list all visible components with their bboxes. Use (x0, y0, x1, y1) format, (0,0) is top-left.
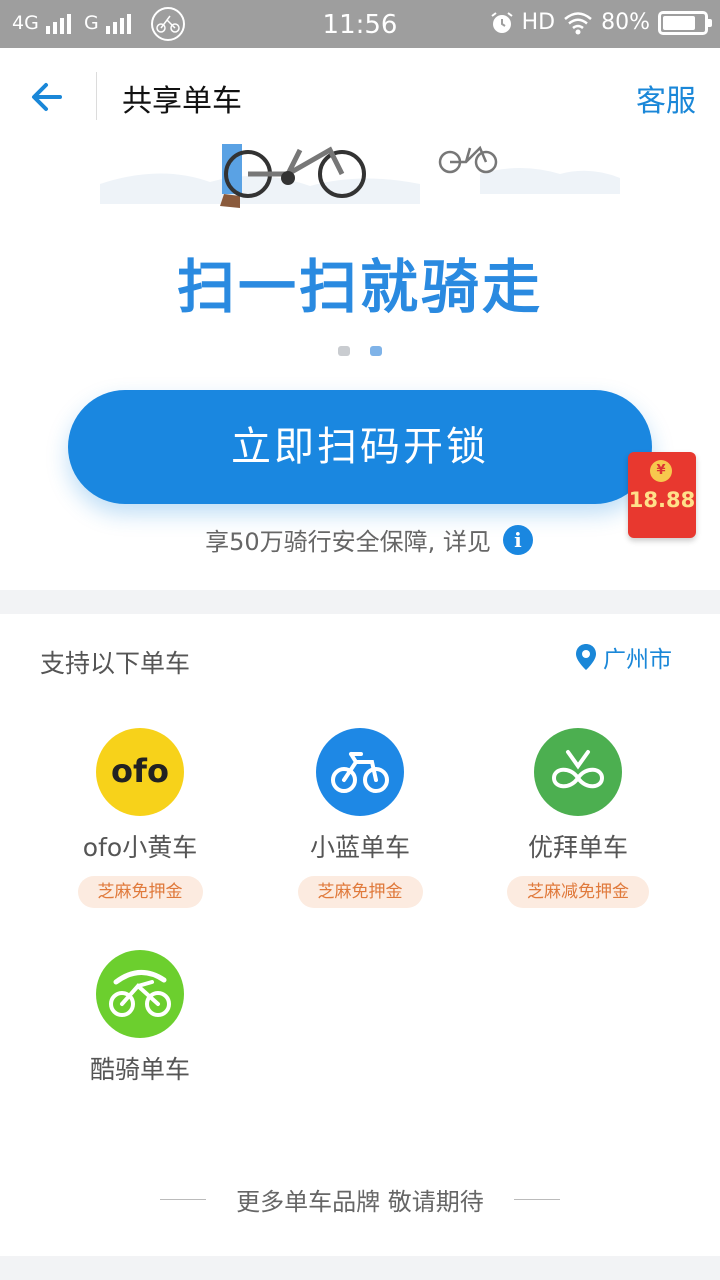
hd-label: HD (521, 10, 556, 35)
brand-name: ofo小黄车 (82, 833, 198, 862)
location-pin-icon (576, 644, 596, 670)
battery-icon (658, 10, 712, 35)
status-bar: 4G G 11:56 HD 80% (0, 0, 720, 48)
carousel-dot[interactable] (338, 346, 350, 356)
deposit-tag: 芝麻减免押金 (507, 876, 649, 908)
divider-line (513, 1199, 560, 1200)
info-icon[interactable]: i (502, 524, 533, 555)
brand-ofo[interactable]: ofo ofo小黄车 芝麻免押金 (30, 728, 250, 908)
scan-unlock-button[interactable]: 立即扫码开锁 (68, 390, 652, 504)
page-title: 共享单车 (122, 84, 242, 119)
header-divider (96, 72, 97, 120)
arrow-left-icon (32, 83, 62, 111)
section-title: 支持以下单车 (40, 649, 191, 678)
more-brands-text: 更多单车品牌 敬请期待 (236, 1188, 484, 1216)
more-brands-note: 更多单车品牌 敬请期待 (0, 1182, 720, 1217)
ubike-logo-icon (534, 728, 622, 816)
brand-name: 小蓝单车 (309, 833, 410, 862)
alarm-icon (491, 11, 513, 33)
brand-bluegogo[interactable]: 小蓝单车 芝麻免押金 (250, 728, 470, 908)
carousel-dot-active[interactable] (370, 346, 382, 356)
deposit-tag: 芝麻免押金 (297, 876, 423, 908)
red-packet-button[interactable]: ¥ 18.88 (628, 452, 696, 538)
brand-name: 酷骑单车 (89, 1055, 190, 1084)
yuan-coin-icon: ¥ (650, 460, 672, 482)
city-name: 广州市 (603, 647, 672, 673)
kuqi-logo-icon (96, 950, 184, 1038)
ofo-logo-icon: ofo (96, 728, 184, 816)
brand-kuqi[interactable]: 酷骑单车 (30, 950, 250, 1086)
safety-note: 享50万骑行安全保障, 详见 i (0, 522, 720, 557)
brand-ubike[interactable]: 优拜单车 芝麻减免押金 (468, 728, 688, 908)
deposit-tag: 芝麻免押金 (77, 876, 203, 908)
divider-line (160, 1199, 207, 1200)
wifi-icon (564, 11, 592, 34)
battery-percent: 80% (601, 10, 650, 35)
app-header: 共享单车 客服 (0, 48, 720, 144)
status-right: HD 80% (490, 10, 712, 35)
brand-name: 优拜单车 (527, 833, 628, 862)
banner-slogan: 扫一扫就骑走 (176, 253, 543, 321)
back-button[interactable] (24, 72, 74, 122)
bluegogo-logo-icon (316, 728, 404, 816)
carousel-dots (338, 346, 382, 356)
safety-note-text: 享50万骑行安全保障, 详见 (205, 528, 491, 556)
red-packet-amount: 18.88 (628, 488, 696, 512)
supported-bikes-section: 支持以下单车 广州市 ofo ofo小黄车 芝麻免押金 小蓝单车 芝麻免押金 优… (0, 614, 720, 1256)
scan-card: 扫一扫就骑走 立即扫码开锁 享50万骑行安全保障, 详见 i ¥ 18.88 (0, 144, 720, 590)
customer-service-link[interactable]: 客服 (636, 76, 696, 120)
city-selector[interactable]: 广州市 (575, 640, 672, 674)
